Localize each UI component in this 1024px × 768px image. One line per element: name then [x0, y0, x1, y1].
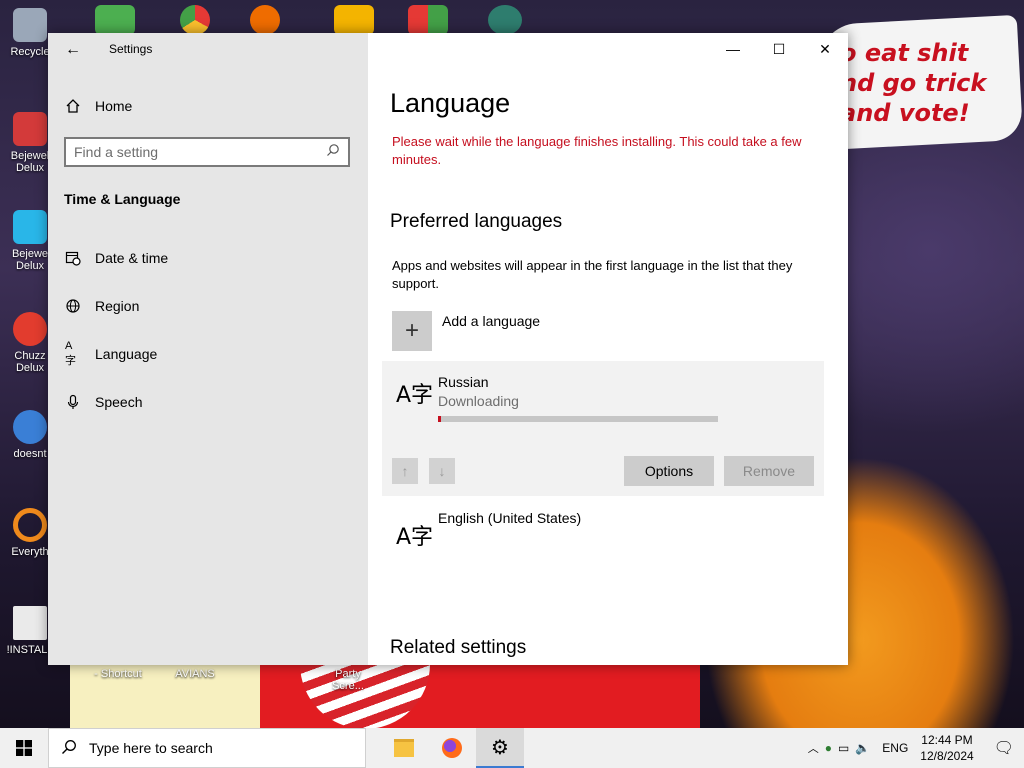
move-down-button[interactable]: ↓: [429, 458, 455, 484]
app-icon[interactable]: [334, 5, 374, 35]
recycle-bin-icon: [13, 8, 47, 42]
remove-button[interactable]: Remove: [724, 456, 814, 486]
language-icon: A字: [65, 340, 76, 367]
language-name: English (United States): [438, 510, 582, 526]
chrome-icon[interactable]: [180, 5, 210, 35]
search-icon: [61, 739, 77, 758]
volume-icon[interactable]: 🔈: [855, 741, 870, 755]
windows-tiles-icon[interactable]: [408, 5, 448, 35]
start-button[interactable]: [0, 728, 48, 768]
minimize-button[interactable]: —: [710, 33, 756, 65]
maximize-button[interactable]: ☐: [756, 33, 802, 65]
language-icon: A字: [396, 383, 434, 408]
download-progress-bar: [438, 416, 718, 422]
taskbar-search-box[interactable]: Type here to search: [48, 728, 366, 768]
chuzzle-icon: [13, 312, 47, 346]
language-item-english[interactable]: A字 English (United States): [382, 503, 824, 553]
input-language-indicator[interactable]: ENG: [882, 741, 908, 755]
language-item-russian[interactable]: A字 Russian Downloading ↑ ↓ Options Remov…: [382, 361, 824, 496]
sidebar-item-region[interactable]: Region: [65, 295, 139, 317]
bejeweled-icon: [13, 112, 47, 146]
character-icon[interactable]: [488, 5, 522, 35]
sidebar-item-home[interactable]: Home: [65, 96, 132, 116]
desktop-icon-shortcut[interactable]: - Shortcut: [88, 668, 148, 680]
sidebar-item-speech[interactable]: Speech: [65, 391, 142, 413]
settings-sidebar: ← Settings Home Find a setting Time & La…: [48, 33, 368, 665]
desktop-icon-avians[interactable]: AVIANS: [165, 668, 225, 680]
text-file-icon: [13, 606, 47, 640]
add-language-label[interactable]: Add a language: [442, 313, 540, 329]
sidebar-item-label: Region: [95, 298, 140, 314]
chevron-up-icon[interactable]: ︿: [808, 740, 819, 756]
search-everything-icon: [13, 508, 47, 542]
preferred-languages-heading: Preferred languages: [390, 211, 563, 232]
app-icon: [13, 410, 47, 444]
diamond-icon: [13, 210, 47, 244]
app-p-icon[interactable]: [250, 5, 280, 35]
people-tray-icon[interactable]: ●: [825, 741, 832, 755]
section-title: Time & Language: [64, 191, 181, 207]
related-settings-heading: Related settings: [390, 637, 527, 658]
windows-logo-icon: [16, 740, 32, 756]
sidebar-item-label: Date & time: [95, 250, 169, 266]
settings-window: ← Settings Home Find a setting Time & La…: [48, 33, 848, 665]
move-up-button[interactable]: ↑: [392, 458, 418, 484]
sidebar-item-language[interactable]: A字 Language: [65, 340, 158, 367]
language-icon: A字: [396, 525, 434, 550]
sidebar-item-label: Language: [95, 346, 158, 362]
taskbar: Type here to search ⚙ ︿ ● ▭ 🔈 ENG 12:44 …: [0, 728, 1024, 768]
plus-icon: +: [404, 317, 419, 344]
back-arrow-icon[interactable]: ←: [62, 39, 84, 61]
arrow-down-icon: ↓: [438, 463, 446, 479]
install-warning: Please wait while the language finishes …: [392, 134, 802, 167]
notification-icon[interactable]: 🗨: [994, 738, 1014, 758]
sidebar-item-label: Speech: [95, 394, 143, 410]
wallpaper-banner-text: o eat shit nd go trick and vote!: [840, 39, 987, 127]
taskbar-settings[interactable]: ⚙: [476, 728, 524, 768]
download-progress-fill: [438, 416, 441, 422]
desktop-icon-party-screen[interactable]: Party Scre...: [318, 668, 378, 692]
language-status: Downloading: [438, 393, 519, 409]
options-button[interactable]: Options: [624, 456, 714, 486]
taskbar-search-placeholder: Type here to search: [89, 740, 213, 756]
settings-main: — ☐ ✕ Language Please wait while the lan…: [368, 33, 848, 665]
language-name: Russian: [438, 374, 489, 390]
find-setting-input[interactable]: Find a setting: [64, 137, 350, 167]
sidebar-item-date-time[interactable]: Date & time: [65, 247, 168, 269]
search-placeholder: Find a setting: [74, 144, 159, 160]
people-icon[interactable]: [95, 5, 135, 35]
gear-icon: ⚙: [491, 736, 509, 759]
microphone-icon: [65, 394, 81, 410]
window-title: Settings: [109, 42, 153, 56]
home-icon: [65, 98, 81, 114]
close-button[interactable]: ✕: [802, 33, 848, 65]
globe-icon: [65, 298, 81, 314]
calendar-clock-icon: [65, 250, 81, 266]
clock-time: 12:44 PM: [921, 733, 973, 747]
taskbar-firefox[interactable]: [428, 728, 476, 768]
clock[interactable]: 12:44 PM 12/8/2024: [920, 732, 973, 764]
network-icon[interactable]: ▭: [838, 741, 849, 755]
firefox-icon: [442, 738, 462, 758]
search-icon: [326, 143, 340, 162]
taskbar-file-explorer[interactable]: [380, 728, 428, 768]
clock-date: 12/8/2024: [920, 749, 974, 763]
sidebar-home-label: Home: [95, 98, 133, 114]
folder-icon: [394, 739, 414, 757]
preferred-languages-description: Apps and websites will appear in the fir…: [392, 258, 793, 291]
arrow-up-icon: ↑: [401, 463, 409, 479]
system-tray: ︿ ● ▭ 🔈 ENG 12:44 PM 12/8/2024 🗨: [808, 728, 1024, 768]
page-title: Language: [390, 88, 511, 118]
add-language-button[interactable]: +: [392, 311, 432, 351]
